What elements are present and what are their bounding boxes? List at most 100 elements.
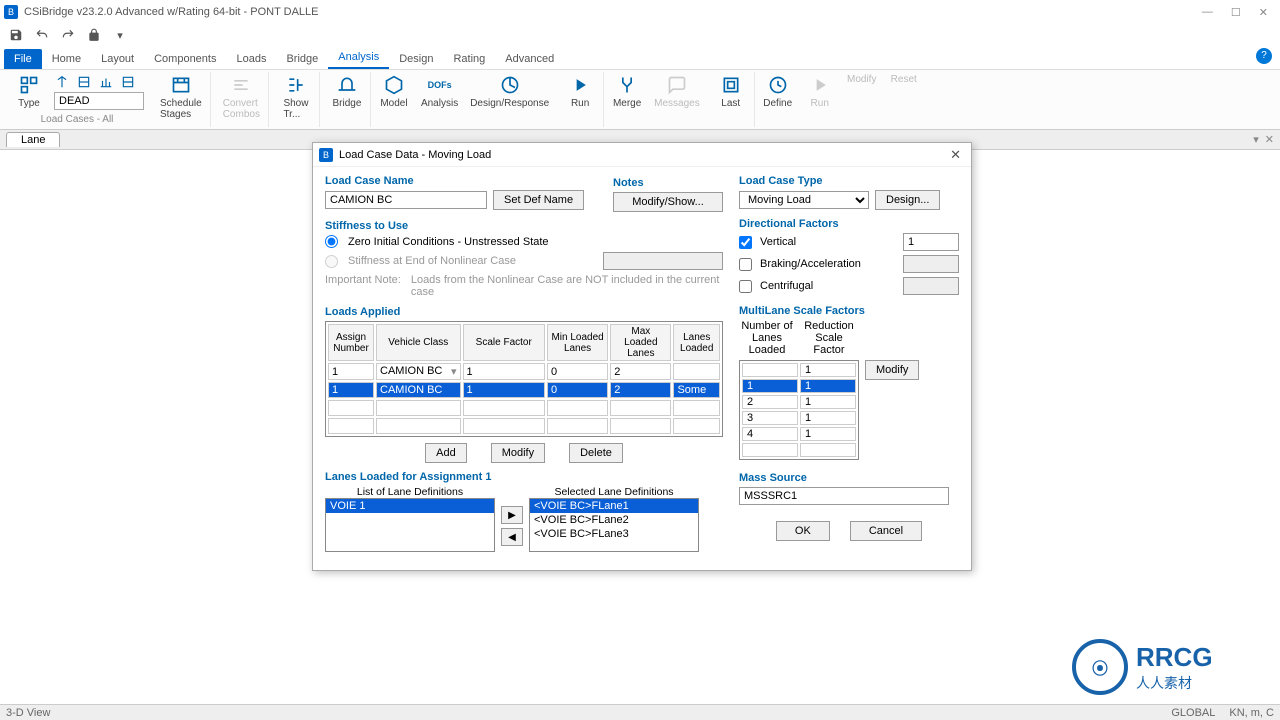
stiffness-nonlinear-radio [325, 255, 338, 268]
remove-lane-button[interactable]: ◀ [501, 528, 523, 546]
tab-layout[interactable]: Layout [91, 49, 144, 69]
dialog-close-button[interactable]: ✕ [946, 147, 965, 163]
watermark-sub: 人人素材 [1136, 673, 1213, 693]
close-button[interactable]: ✕ [1259, 6, 1268, 19]
tab-bridge[interactable]: Bridge [276, 49, 328, 69]
design-response-button[interactable]: Design/Response [466, 72, 553, 111]
table-row[interactable]: 1CAMION BC102Some [328, 382, 720, 398]
tab-analysis[interactable]: Analysis [328, 47, 389, 69]
lock-icon[interactable] [86, 27, 102, 43]
list-lane-header: List of Lane Definitions [325, 486, 495, 498]
tab-components[interactable]: Components [144, 49, 226, 69]
document-tab-lane[interactable]: Lane [6, 132, 60, 147]
th-scale: Scale Factor [463, 324, 545, 361]
ribbon-group-label-loadcases: Load Cases - All [41, 114, 114, 127]
run2-button: Run [801, 72, 839, 111]
define-button[interactable]: Define [759, 72, 797, 111]
stiffness-nonlinear-label: Stiffness at End of Nonlinear Case [348, 255, 516, 267]
status-bar: 3-D View GLOBAL KN, m, C [0, 704, 1280, 720]
list-item[interactable]: <VOIE BC>FLane1 [530, 499, 698, 513]
tab-loads[interactable]: Loads [226, 49, 276, 69]
add-lane-button[interactable]: ▶ [501, 506, 523, 524]
bridge-button[interactable]: Bridge [328, 72, 366, 111]
modify-load-button[interactable]: Modify [491, 443, 545, 463]
convert-combos-label: Convert Combos [223, 98, 260, 120]
load-case-type-select[interactable]: Moving Load [739, 191, 869, 209]
show-tree-icon [285, 74, 307, 96]
status-coord-system[interactable]: GLOBAL [1171, 707, 1215, 719]
schedule-stages-button[interactable]: Schedule Stages [156, 72, 206, 122]
lc-icon-1[interactable] [54, 74, 70, 90]
list-item[interactable]: VOIE 1 [326, 499, 494, 513]
cancel-button[interactable]: Cancel [850, 521, 922, 541]
stiffness-zero-label: Zero Initial Conditions - Unstressed Sta… [348, 236, 549, 248]
set-def-name-button[interactable]: Set Def Name [493, 190, 584, 210]
run-button[interactable]: Run [561, 72, 599, 111]
centrifugal-checkbox[interactable] [739, 280, 752, 293]
vertical-value-input[interactable] [903, 233, 959, 251]
load-case-name-input[interactable] [325, 191, 487, 209]
stiffness-label: Stiffness to Use [325, 220, 723, 232]
mass-source-input [739, 487, 949, 505]
watermark-circle-icon: ⦿ [1072, 639, 1128, 695]
loads-applied-table[interactable]: Assign Number Vehicle Class Scale Factor… [325, 321, 723, 437]
merge-button[interactable]: Merge [608, 72, 646, 111]
dialog-icon: B [319, 148, 333, 162]
dialog-title-bar: B Load Case Data - Moving Load ✕ [313, 143, 971, 167]
lc-icon-3[interactable] [98, 74, 114, 90]
ribbon-group-stages: Schedule Stages [152, 72, 211, 127]
tab-file[interactable]: File [4, 49, 42, 69]
watermark-logo: ⦿ RRCG 人人素材 [1072, 632, 1272, 702]
multiscale-modify-button[interactable]: Modify [865, 360, 919, 380]
list-item[interactable]: <VOIE BC>FLane3 [530, 527, 698, 541]
multiscale-table[interactable]: 1 11 21 31 41 [739, 360, 859, 460]
table-row[interactable] [328, 418, 720, 434]
tab-dropdown-icon[interactable]: ▾ [1253, 133, 1259, 146]
convert-combos-button: Convert Combos [219, 72, 264, 122]
vertical-checkbox[interactable] [739, 236, 752, 249]
lc-icon-2[interactable] [76, 74, 92, 90]
ok-button[interactable]: OK [776, 521, 830, 541]
table-row[interactable] [328, 400, 720, 416]
undo-icon[interactable] [34, 27, 50, 43]
load-case-name-label: Load Case Name [325, 175, 607, 187]
dofs-button[interactable]: DOFsAnalysis [417, 72, 462, 111]
status-units[interactable]: KN, m, C [1229, 707, 1274, 719]
type-select[interactable] [54, 92, 144, 110]
selected-lanes-list[interactable]: <VOIE BC>FLane1 <VOIE BC>FLane2 <VOIE BC… [529, 498, 699, 552]
lane-definitions-list[interactable]: VOIE 1 [325, 498, 495, 552]
maximize-button[interactable]: ☐ [1231, 6, 1241, 19]
selected-lane-header: Selected Lane Definitions [529, 486, 699, 498]
stiffness-zero-radio[interactable] [325, 235, 338, 248]
save-icon[interactable] [8, 27, 24, 43]
mass-source-label: Mass Source [739, 472, 959, 484]
braking-checkbox[interactable] [739, 258, 752, 271]
redo-icon[interactable] [60, 27, 76, 43]
type-label: Type [18, 98, 40, 109]
table-row[interactable]: 1 CAMION BC ▾ 102 [328, 363, 720, 380]
lc-icon-4[interactable] [120, 74, 136, 90]
list-item[interactable]: <VOIE BC>FLane2 [530, 513, 698, 527]
show-tree-button[interactable]: Show Tr... [277, 72, 315, 122]
tab-advanced[interactable]: Advanced [495, 49, 564, 69]
th-lanesloaded: Lanes Loaded [673, 324, 720, 361]
tab-close-icon[interactable]: ✕ [1265, 133, 1274, 146]
minimize-button[interactable]: — [1202, 6, 1213, 19]
qat-more-icon[interactable]: ▾ [112, 27, 128, 43]
ms-head1: Number of Lanes Loaded [739, 320, 795, 356]
tab-home[interactable]: Home [42, 49, 91, 69]
delete-load-button[interactable]: Delete [569, 443, 623, 463]
tab-design[interactable]: Design [389, 49, 443, 69]
help-icon[interactable]: ? [1256, 48, 1272, 64]
show-tree-label: Show Tr... [283, 98, 308, 120]
tab-rating[interactable]: Rating [443, 49, 495, 69]
notes-modify-button[interactable]: Modify/Show... [613, 192, 723, 212]
type-button[interactable]: Type [10, 72, 48, 111]
design-button[interactable]: Design... [875, 190, 940, 210]
th-maxlanes: Max Loaded Lanes [610, 324, 671, 361]
last-button[interactable]: Last [712, 72, 750, 111]
model-button[interactable]: Model [375, 72, 413, 111]
design-response-icon [499, 74, 521, 96]
define-icon [767, 74, 789, 96]
add-load-button[interactable]: Add [425, 443, 467, 463]
